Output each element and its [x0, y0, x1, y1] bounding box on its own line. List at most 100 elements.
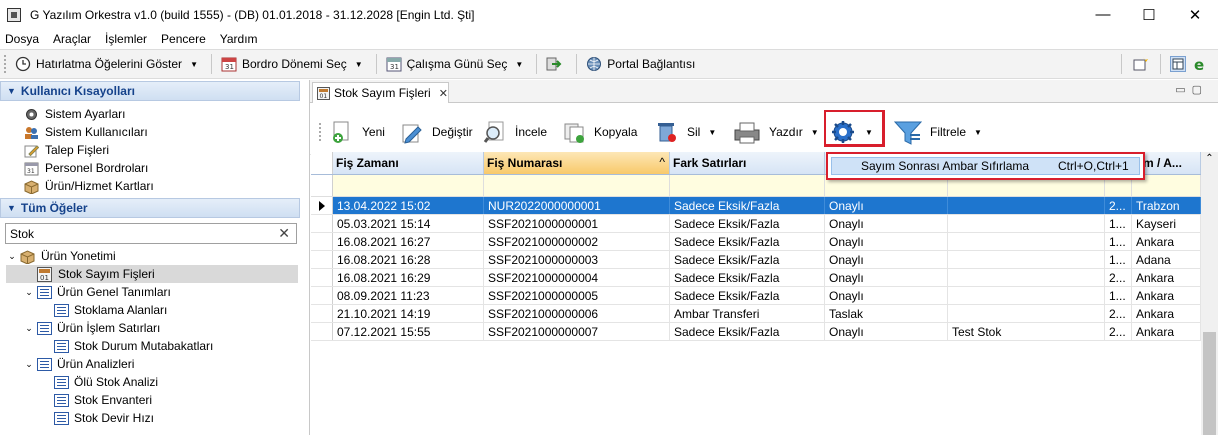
table-cell: SSF2021000000006	[484, 305, 670, 322]
payroll-period-button[interactable]: 31 Bordro Dönemi Seç ▼	[217, 52, 371, 76]
chevron-down-icon[interactable]: ▼	[190, 60, 198, 69]
printer-icon	[733, 120, 761, 144]
tree-item[interactable]: ⌄ Ürün Genel Tanımları	[6, 283, 298, 301]
shortcut-request-forms[interactable]: Talep Fişleri	[0, 141, 303, 159]
column-header-date[interactable]: Fiş Zamanı	[333, 152, 484, 174]
scroll-up-icon[interactable]: ⌃	[1201, 152, 1218, 164]
clock-icon	[15, 56, 31, 72]
print-button[interactable]: Yazdır ▼	[733, 117, 823, 147]
chevron-down-icon[interactable]: ▼	[974, 128, 982, 137]
edit-button[interactable]: Değiştir	[400, 117, 473, 147]
table-row[interactable]: 16.08.2021 16:28 SSF2021000000003 Sadece E…	[311, 251, 1201, 269]
tree-item[interactable]: Stok Durum Mutabakatları	[6, 337, 298, 355]
shortcuts-header[interactable]: ▼ Kullanıcı Kısayolları	[0, 81, 300, 101]
shortcut-product-cards[interactable]: Ürün/Hizmet Kartları	[0, 177, 303, 195]
table-row[interactable]: 08.09.2021 11:23 SSF2021000000005 Sadece E…	[311, 287, 1201, 305]
chevron-down-icon[interactable]: ▼	[515, 60, 523, 69]
close-button[interactable]: ✕	[1172, 0, 1218, 29]
column-header-diff[interactable]: Fark Satırları	[670, 152, 825, 174]
menu-tools[interactable]: Araçlar	[53, 32, 91, 46]
row-indicator[interactable]	[311, 251, 333, 268]
current-row-indicator-icon[interactable]	[311, 197, 333, 214]
tab-close-icon[interactable]: ✕	[439, 87, 448, 100]
table-row[interactable]: 16.08.2021 16:27 SSF2021000000002 Sadece E…	[311, 233, 1201, 251]
table-row[interactable]: 05.03.2021 15:14 SSF2021000000001 Sadece E…	[311, 215, 1201, 233]
row-indicator[interactable]	[311, 269, 333, 286]
table-cell	[948, 215, 1105, 232]
filter-cell[interactable]	[333, 175, 484, 196]
tree-item[interactable]: Stok Envanteri	[6, 391, 298, 409]
table-row[interactable]: 16.08.2021 16:29 SSF2021000000004 Sadece E…	[311, 269, 1201, 287]
new-button[interactable]: Yeni	[330, 117, 385, 147]
toolbar-grip[interactable]	[319, 123, 322, 141]
svg-text:01: 01	[320, 93, 328, 100]
expand-chevron-icon[interactable]: ⌄	[6, 251, 18, 262]
chevron-down-icon[interactable]: ▼	[355, 60, 363, 69]
maximize-button[interactable]: ☐	[1126, 0, 1172, 29]
workday-button[interactable]: 31 Çalışma Günü Seç ▼	[382, 52, 532, 76]
shortcut-system-settings[interactable]: Sistem Ayarları	[0, 105, 303, 123]
filter-cell[interactable]	[670, 175, 825, 196]
tree-item[interactable]: Ölü Stok Analizi	[6, 373, 298, 391]
export-button[interactable]	[542, 52, 571, 76]
delete-button[interactable]: Sil ▼	[655, 117, 720, 147]
chevron-down-icon[interactable]: ▼	[708, 128, 716, 137]
menu-item-reset-warehouse[interactable]: Sayım Sonrası Ambar Sıfırlama Ctrl+O,Ctr…	[831, 157, 1140, 175]
shortcut-payrolls[interactable]: 31 Personel Bordroları	[0, 159, 303, 177]
main-toolbar: Hatırlatma Öğelerini Göster ▼ 31 Bordro …	[0, 49, 1218, 79]
toolbar-grip[interactable]	[4, 55, 7, 73]
maximize-panel-icon[interactable]: ▢	[1192, 84, 1208, 96]
open-perspective-icon[interactable]	[1133, 56, 1149, 72]
inspect-button[interactable]: İncele	[483, 117, 547, 147]
shortcut-label: Sistem Kullanıcıları	[45, 125, 148, 139]
row-indicator[interactable]	[311, 215, 333, 232]
copy-button[interactable]: Kopyala	[562, 117, 637, 147]
row-indicator[interactable]	[311, 233, 333, 250]
shortcut-system-users[interactable]: Sistem Kullanıcıları	[0, 123, 303, 141]
table-cell: 07.12.2021 15:55	[333, 323, 484, 340]
scrollbar-thumb[interactable]	[1203, 332, 1216, 435]
row-indicator[interactable]	[311, 305, 333, 322]
table-cell	[948, 197, 1105, 214]
tree-item[interactable]: ⌄ Ürün Yonetimi	[6, 247, 298, 265]
minimize-button[interactable]: —	[1080, 0, 1126, 29]
vertical-scrollbar[interactable]: ⌃	[1201, 152, 1218, 435]
expand-chevron-icon[interactable]: ⌄	[23, 287, 35, 298]
tree-item[interactable]: ⌄ Ürün Analizleri	[6, 355, 298, 373]
portal-button[interactable]: Portal Bağlantısı	[582, 52, 699, 76]
search-input[interactable]: Stok ✕	[5, 223, 297, 244]
tree-item[interactable]: Stok Devir Hızı	[6, 409, 298, 427]
row-indicator[interactable]	[311, 323, 333, 340]
filter-cell[interactable]	[484, 175, 670, 196]
web-icon[interactable]: e	[1192, 56, 1208, 74]
table-cell: SSF2021000000007	[484, 323, 670, 340]
pencil-icon	[24, 143, 40, 158]
minimize-panel-icon[interactable]: ▭	[1175, 84, 1191, 96]
chevron-down-icon[interactable]: ▼	[811, 128, 819, 137]
table-cell	[948, 305, 1105, 322]
column-header-number[interactable]: Fiş Numarası ^	[484, 152, 670, 174]
tree-item[interactable]: ⌄ Ürün İşlem Satırları	[6, 319, 298, 337]
calendar-icon: 31	[24, 161, 39, 176]
menu-operations[interactable]: İşlemler	[105, 32, 147, 46]
expand-chevron-icon[interactable]: ⌄	[23, 359, 35, 370]
expand-chevron-icon[interactable]: ⌄	[23, 323, 35, 334]
table-row[interactable]: 13.04.2022 15:02 NUR2022000000001 Sadece E…	[311, 197, 1201, 215]
table-row[interactable]: 21.10.2021 14:19 SSF2021000000006 Ambar Tr…	[311, 305, 1201, 323]
menu-window[interactable]: Pencere	[161, 32, 206, 46]
table-cell: Onaylı	[825, 323, 948, 340]
tab-stock-count-forms[interactable]: 01 Stok Sayım Fişleri ✕	[312, 82, 449, 103]
tree-item[interactable]: Stoklama Alanları	[6, 301, 298, 319]
clear-icon[interactable]: ✕	[278, 225, 290, 242]
filter-button[interactable]: Filtrele ▼	[893, 117, 986, 147]
all-items-header[interactable]: ▼ Tüm Öğeler	[0, 198, 300, 218]
filter-icon	[893, 120, 923, 145]
tree-item[interactable]: 01 Stok Sayım Fişleri	[6, 265, 298, 283]
form-icon: 01	[317, 86, 330, 100]
menu-help[interactable]: Yardım	[220, 32, 258, 46]
reminder-button[interactable]: Hatırlatma Öğelerini Göster ▼	[11, 52, 206, 76]
perspective-icon[interactable]	[1170, 56, 1186, 72]
menu-file[interactable]: Dosya	[5, 32, 39, 46]
row-indicator[interactable]	[311, 287, 333, 304]
table-row[interactable]: 07.12.2021 15:55 SSF2021000000007 Sadece E…	[311, 323, 1201, 341]
